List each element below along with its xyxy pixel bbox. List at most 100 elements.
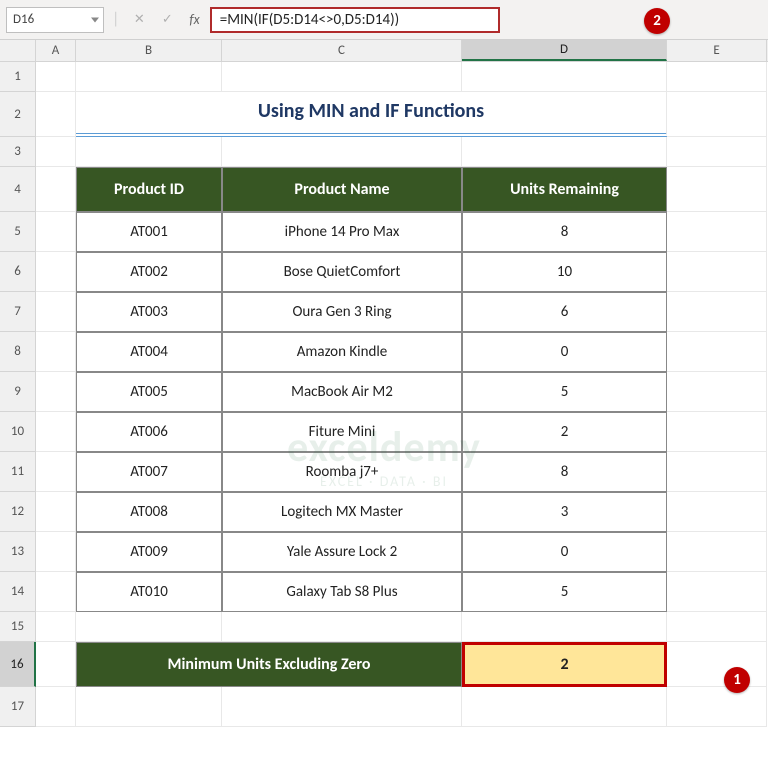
- cell[interactable]: [667, 452, 767, 492]
- title-cell[interactable]: Using MIN and IF Functions: [76, 92, 667, 137]
- row-header[interactable]: 2: [0, 92, 36, 137]
- cell[interactable]: [36, 412, 76, 452]
- cell[interactable]: [36, 167, 76, 212]
- spreadsheet-grid[interactable]: A B C D E 1 2 Using MIN and IF Functions…: [0, 40, 768, 765]
- cell[interactable]: [667, 62, 767, 92]
- row-header[interactable]: 16: [0, 642, 36, 687]
- col-header-B[interactable]: B: [76, 40, 222, 61]
- cell-units[interactable]: 0: [462, 332, 667, 372]
- cell-product-id[interactable]: AT008: [76, 492, 222, 532]
- row-header[interactable]: 9: [0, 372, 36, 412]
- header-product-id[interactable]: Product ID: [76, 167, 222, 212]
- cell-units[interactable]: 3: [462, 492, 667, 532]
- cell[interactable]: [36, 212, 76, 252]
- cell-product-name[interactable]: MacBook Air M2: [222, 372, 462, 412]
- row-header[interactable]: 3: [0, 137, 36, 167]
- cell-units[interactable]: 8: [462, 212, 667, 252]
- cell[interactable]: [76, 687, 222, 727]
- cell[interactable]: [36, 137, 76, 167]
- cell-product-id[interactable]: AT005: [76, 372, 222, 412]
- summary-value-cell[interactable]: 2: [462, 642, 667, 687]
- cell[interactable]: [36, 452, 76, 492]
- cell[interactable]: [667, 532, 767, 572]
- row-header[interactable]: 7: [0, 292, 36, 332]
- row-header[interactable]: 6: [0, 252, 36, 292]
- cell-units[interactable]: 10: [462, 252, 667, 292]
- col-header-C[interactable]: C: [222, 40, 462, 61]
- row-header[interactable]: 10: [0, 412, 36, 452]
- cell[interactable]: [462, 137, 667, 167]
- cell[interactable]: [222, 62, 462, 92]
- cell[interactable]: [36, 292, 76, 332]
- cell-product-id[interactable]: AT010: [76, 572, 222, 612]
- header-product-name[interactable]: Product Name: [222, 167, 462, 212]
- cell-units[interactable]: 8: [462, 452, 667, 492]
- cell[interactable]: [36, 492, 76, 532]
- cell-product-name[interactable]: Galaxy Tab S8 Plus: [222, 572, 462, 612]
- cell[interactable]: [667, 137, 767, 167]
- cell-product-id[interactable]: AT009: [76, 532, 222, 572]
- cell[interactable]: [667, 252, 767, 292]
- cell[interactable]: [667, 292, 767, 332]
- cell[interactable]: [667, 687, 767, 727]
- cell[interactable]: [36, 572, 76, 612]
- cell[interactable]: [667, 92, 767, 137]
- select-all-corner[interactable]: [0, 40, 36, 61]
- enter-icon[interactable]: ✓: [155, 8, 179, 32]
- row-header[interactable]: 1: [0, 62, 36, 92]
- cell-units[interactable]: 5: [462, 372, 667, 412]
- cell[interactable]: [667, 572, 767, 612]
- cell[interactable]: [667, 612, 767, 642]
- cell[interactable]: [36, 332, 76, 372]
- cell-product-id[interactable]: AT004: [76, 332, 222, 372]
- cancel-icon[interactable]: ✕: [127, 8, 151, 32]
- cell-product-id[interactable]: AT006: [76, 412, 222, 452]
- cell[interactable]: [36, 612, 76, 642]
- row-header[interactable]: 13: [0, 532, 36, 572]
- cell-product-name[interactable]: Roomba j7+: [222, 452, 462, 492]
- cell[interactable]: [36, 372, 76, 412]
- cell[interactable]: [36, 642, 76, 687]
- cell[interactable]: [36, 252, 76, 292]
- row-header[interactable]: 11: [0, 452, 36, 492]
- cell[interactable]: [667, 492, 767, 532]
- cell-product-name[interactable]: Bose QuietComfort: [222, 252, 462, 292]
- cell[interactable]: [462, 62, 667, 92]
- cell-units[interactable]: 2: [462, 412, 667, 452]
- cell[interactable]: [36, 92, 76, 137]
- cell-product-id[interactable]: AT002: [76, 252, 222, 292]
- name-box[interactable]: D16: [6, 7, 104, 33]
- cell[interactable]: [36, 532, 76, 572]
- cell-product-name[interactable]: Fiture Mini: [222, 412, 462, 452]
- cell-units[interactable]: 0: [462, 532, 667, 572]
- row-header[interactable]: 4: [0, 167, 36, 212]
- summary-label-cell[interactable]: Minimum Units Excluding Zero: [76, 642, 462, 687]
- fx-icon[interactable]: fx: [189, 11, 199, 28]
- cell[interactable]: [667, 642, 767, 687]
- cell[interactable]: [667, 412, 767, 452]
- row-header[interactable]: 15: [0, 612, 36, 642]
- cell-product-name[interactable]: Logitech MX Master: [222, 492, 462, 532]
- cell[interactable]: [222, 612, 462, 642]
- cell[interactable]: [76, 612, 222, 642]
- cell[interactable]: [222, 137, 462, 167]
- cell[interactable]: [667, 212, 767, 252]
- cell-product-name[interactable]: iPhone 14 Pro Max: [222, 212, 462, 252]
- cell[interactable]: [76, 62, 222, 92]
- cell-product-name[interactable]: Oura Gen 3 Ring: [222, 292, 462, 332]
- row-header[interactable]: 5: [0, 212, 36, 252]
- row-header[interactable]: 17: [0, 687, 36, 727]
- header-units-remaining[interactable]: Units Remaining: [462, 167, 667, 212]
- cell[interactable]: [667, 372, 767, 412]
- col-header-E[interactable]: E: [667, 40, 767, 61]
- cell[interactable]: [462, 612, 667, 642]
- formula-input[interactable]: =MIN(IF(D5:D14<>0,D5:D14)): [210, 7, 500, 33]
- cell-product-id[interactable]: AT007: [76, 452, 222, 492]
- cell-product-id[interactable]: AT003: [76, 292, 222, 332]
- cell-product-id[interactable]: AT001: [76, 212, 222, 252]
- row-header[interactable]: 8: [0, 332, 36, 372]
- col-header-A[interactable]: A: [36, 40, 76, 61]
- cell[interactable]: [222, 687, 462, 727]
- cell-units[interactable]: 5: [462, 572, 667, 612]
- cell[interactable]: [36, 687, 76, 727]
